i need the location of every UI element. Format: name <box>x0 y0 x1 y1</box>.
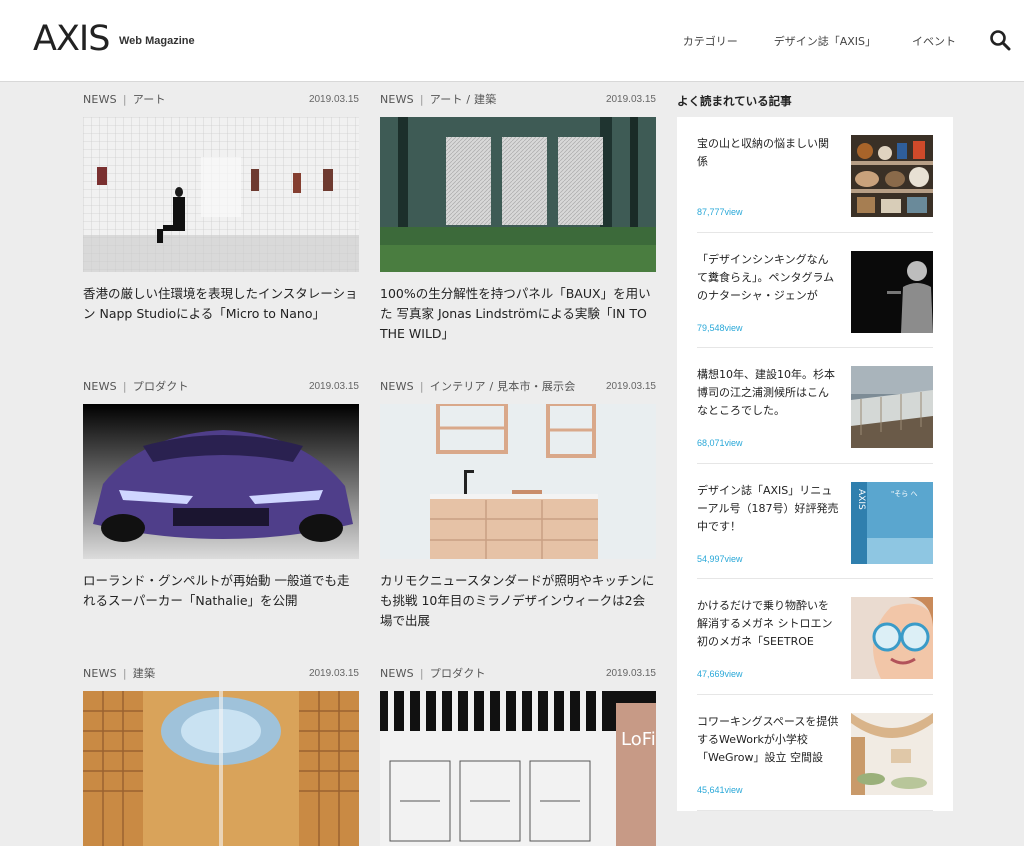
view-count: 47,669view <box>697 669 743 680</box>
article-title[interactable]: カリモクニュースタンダードが照明やキッチンにも挑戦 10年目のミラノデザインウィ… <box>380 571 656 631</box>
article-label: NEWS <box>83 380 117 393</box>
popular-article-thumbnail[interactable] <box>851 712 933 795</box>
nav-item-event[interactable]: イベント <box>912 33 956 49</box>
article-category[interactable]: インテリア / 見本市・展示会 <box>430 380 576 393</box>
popular-articles-heading: よく読まれている記事 <box>677 94 792 108</box>
popular-article-thumbnail[interactable] <box>851 250 933 333</box>
article-label: NEWS <box>380 380 414 393</box>
article-label: NEWS <box>380 93 414 106</box>
popular-article-item[interactable]: コワーキングスペースを提供するWeWorkが小学校「WeGrow」設立 空間設 … <box>697 695 933 811</box>
search-icon[interactable] <box>989 29 1011 51</box>
article-label: NEWS <box>380 667 414 680</box>
article-category[interactable]: アート <box>133 93 166 106</box>
article-thumbnail[interactable] <box>83 691 359 846</box>
popular-article-title[interactable]: 宝の山と収納の悩ましい関係 <box>697 135 839 171</box>
article-card[interactable]: NEWS | プロダクト 2019.03.15 LoFi <box>380 655 656 846</box>
popular-article-item[interactable]: 構想10年、建設10年。杉本博司の江之浦測候所はこんなところでした。 68,07… <box>697 348 933 464</box>
popular-articles: よく読まれている記事 宝の山と収納の悩ましい関係 87,777view 「デザイ… <box>677 81 953 811</box>
article-meta: NEWS | プロダクト 2019.03.15 <box>380 667 656 680</box>
article-date: 2019.03.15 <box>308 667 359 679</box>
article-date: 2019.03.15 <box>605 93 656 105</box>
popular-article-title[interactable]: デザイン誌「AXIS」リニューアル号（187号）好評発売中です！ <box>697 482 839 536</box>
article-category[interactable]: プロダクト <box>430 667 486 680</box>
popular-article-item[interactable]: 宝の山と収納の悩ましい関係 87,777view <box>697 117 933 233</box>
main-nav: カテゴリー デザイン誌「AXIS」 イベント <box>683 33 956 49</box>
article-meta: NEWS | アート 2019.03.15 <box>83 93 359 106</box>
popular-article-title[interactable]: 「デザインシンキングなんて糞食らえ」。ペンタグラムのナターシャ・ジェンが <box>697 251 839 305</box>
magazine-spine-text: AXIS <box>856 489 866 510</box>
article-card[interactable]: NEWS | 建築 2019.03.15 <box>83 655 359 846</box>
article-date: 2019.03.15 <box>605 380 656 392</box>
popular-article-thumbnail[interactable] <box>851 135 933 217</box>
article-category[interactable]: プロダクト <box>133 380 189 393</box>
popular-article-thumbnail[interactable] <box>851 366 933 449</box>
magazine-caption-text: "そら へ <box>891 490 917 498</box>
article-thumbnail[interactable] <box>83 404 359 559</box>
article-title[interactable]: 香港の厳しい住環境を表現したインスタレーション Napp Studioによる「M… <box>83 284 359 324</box>
popular-article-item[interactable]: デザイン誌「AXIS」リニューアル号（187号）好評発売中です！ 54,997v… <box>697 464 933 580</box>
nav-item-category[interactable]: カテゴリー <box>683 33 738 49</box>
view-count: 54,997view <box>697 553 743 564</box>
article-thumbnail[interactable] <box>380 117 656 272</box>
article-card[interactable]: NEWS | プロダクト 2019.03.15 ローランド・グンペルトが再始動 一般… <box>83 368 359 611</box>
article-label: NEWS <box>83 93 117 106</box>
article-card[interactable]: NEWS | アート 2019.03.15 香港の厳しい住環境を表現したインスタ… <box>83 81 359 324</box>
popular-article-item[interactable]: 「デザインシンキングなんて糞食らえ」。ペンタグラムのナターシャ・ジェンが 79,… <box>697 233 933 349</box>
nav-item-magazine[interactable]: デザイン誌「AXIS」 <box>774 33 876 49</box>
popular-article-thumbnail[interactable]: AXIS "そら へ <box>851 481 933 564</box>
view-count: 45,641view <box>697 784 743 795</box>
article-meta: NEWS | 建築 2019.03.15 <box>83 667 359 680</box>
site-header: AXIS Web Magazine カテゴリー デザイン誌「AXIS」 イベント <box>0 0 1024 82</box>
view-count: 79,548view <box>697 322 743 333</box>
article-thumbnail[interactable] <box>83 117 359 272</box>
article-label: NEWS <box>83 667 117 680</box>
popular-article-title[interactable]: かけるだけで乗り物酔いを解消するメガネ シトロエン初のメガネ「SEETROE <box>697 597 839 651</box>
article-title[interactable]: ローランド・グンペルトが再始動 一般道でも走れるスーパーカー「Nathalie」… <box>83 571 359 611</box>
article-date: 2019.03.15 <box>308 93 359 105</box>
popular-articles-list: 宝の山と収納の悩ましい関係 87,777view 「デザインシンキングなんて糞食… <box>677 117 953 811</box>
article-date: 2019.03.15 <box>308 380 359 392</box>
popular-article-title[interactable]: 構想10年、建設10年。杉本博司の江之浦測候所はこんなところでした。 <box>697 366 839 420</box>
article-title[interactable]: 100%の生分解性を持つパネル「BAUX」を用いた 写真家 Jonas Lind… <box>380 284 656 344</box>
site-logo[interactable]: AXIS <box>33 22 110 57</box>
article-meta: NEWS | インテリア / 見本市・展示会 2019.03.15 <box>380 380 656 393</box>
article-card[interactable]: NEWS | インテリア / 見本市・展示会 2019.03.15 カリモクニュ… <box>380 368 656 631</box>
lofi-sign-text: LoFi <box>621 729 656 750</box>
article-thumbnail[interactable] <box>380 404 656 559</box>
article-category[interactable]: アート / 建築 <box>430 93 497 106</box>
article-category[interactable]: 建築 <box>133 667 155 680</box>
popular-article-title[interactable]: コワーキングスペースを提供するWeWorkが小学校「WeGrow」設立 空間設 <box>697 713 839 767</box>
site-tagline: Web Magazine <box>119 35 195 47</box>
article-thumbnail[interactable]: LoFi <box>380 691 656 846</box>
article-meta: NEWS | プロダクト 2019.03.15 <box>83 380 359 393</box>
article-date: 2019.03.15 <box>605 667 656 679</box>
view-count: 68,071view <box>697 438 743 449</box>
view-count: 87,777view <box>697 207 743 217</box>
popular-article-item[interactable]: かけるだけで乗り物酔いを解消するメガネ シトロエン初のメガネ「SEETROE 4… <box>697 579 933 695</box>
article-card[interactable]: NEWS | アート / 建築 2019.03.15 100%の生分解性を持つパネル… <box>380 81 656 344</box>
popular-article-thumbnail[interactable] <box>851 597 933 680</box>
article-meta: NEWS | アート / 建築 2019.03.15 <box>380 93 656 106</box>
